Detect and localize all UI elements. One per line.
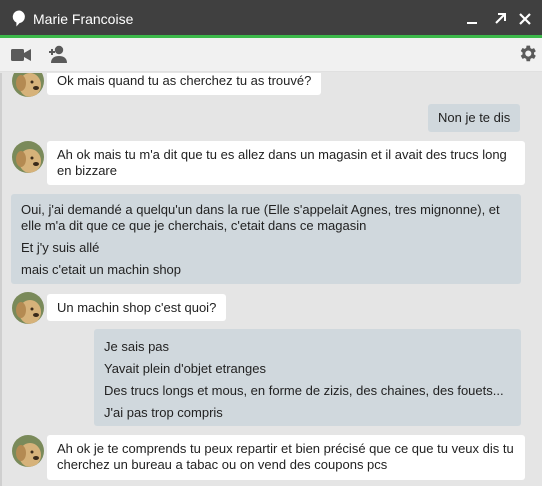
message-text: Je sais pas <box>104 339 170 354</box>
message-bubble-incoming: Ah ok je te comprends tu peux repartir e… <box>47 435 525 480</box>
contact-name: Marie Francoise <box>33 11 134 27</box>
message-bubble-outgoing: Oui, j'ai demandé a quelqu'un dans la ru… <box>11 194 521 284</box>
message-text: cherchez un bureau a tabac ou on vend de… <box>57 457 388 472</box>
message-list[interactable]: Ok mais quand tu as cherchez tu as trouv… <box>0 73 542 486</box>
message-text: elle m'a dit que ce que je cherchais, c'… <box>21 218 367 233</box>
popout-icon[interactable] <box>490 9 510 29</box>
message-text: Oui, j'ai demandé a quelqu'un dans la ru… <box>21 202 500 217</box>
message-text: Un machin shop c'est quoi? <box>57 300 217 315</box>
message-text: mais c'etait un machin shop <box>21 262 182 277</box>
add-person-icon[interactable] <box>48 44 72 66</box>
message-text: Ah ok mais tu m'a dit que tu es allez da… <box>57 147 507 162</box>
message-text: Ah ok je te comprends tu peux repartir e… <box>57 441 514 456</box>
message-bubble-incoming: Ah ok mais tu m'a dit que tu es allez da… <box>47 141 525 185</box>
chat-titlebar[interactable]: Marie Francoise <box>0 0 542 38</box>
message-text: J'ai pas trop compris <box>104 405 223 420</box>
message-text: Des trucs longs et mous, en forme de ziz… <box>104 383 504 398</box>
avatar <box>12 141 44 173</box>
gear-icon[interactable] <box>517 43 538 65</box>
minimize-icon[interactable] <box>462 9 482 29</box>
video-call-icon[interactable] <box>11 47 33 69</box>
avatar <box>12 292 44 324</box>
message-bubble-outgoing: Je sais pas Yavait plein d'objet etrange… <box>94 329 521 426</box>
close-icon[interactable] <box>515 9 535 29</box>
avatar <box>12 435 44 467</box>
message-text: Yavait plein d'objet etranges <box>104 361 266 376</box>
chat-toolbar <box>0 38 542 72</box>
message-bubble-incoming: Un machin shop c'est quoi? <box>47 294 227 321</box>
chat-bubble-icon <box>12 10 26 27</box>
message-text: Non je te dis <box>438 110 511 125</box>
message-bubble-incoming: Ok mais quand tu as cherchez tu as trouv… <box>47 73 322 95</box>
message-text: Ok mais quand tu as cherchez tu as trouv… <box>57 73 312 88</box>
message-text: Et j'y suis allé <box>21 240 100 255</box>
message-text: en bizzare <box>57 163 117 178</box>
message-bubble-outgoing: Non je te dis <box>428 104 521 132</box>
chat-window: Marie Francoise Ok mais quand tu as cher <box>0 0 542 486</box>
avatar <box>12 73 44 97</box>
